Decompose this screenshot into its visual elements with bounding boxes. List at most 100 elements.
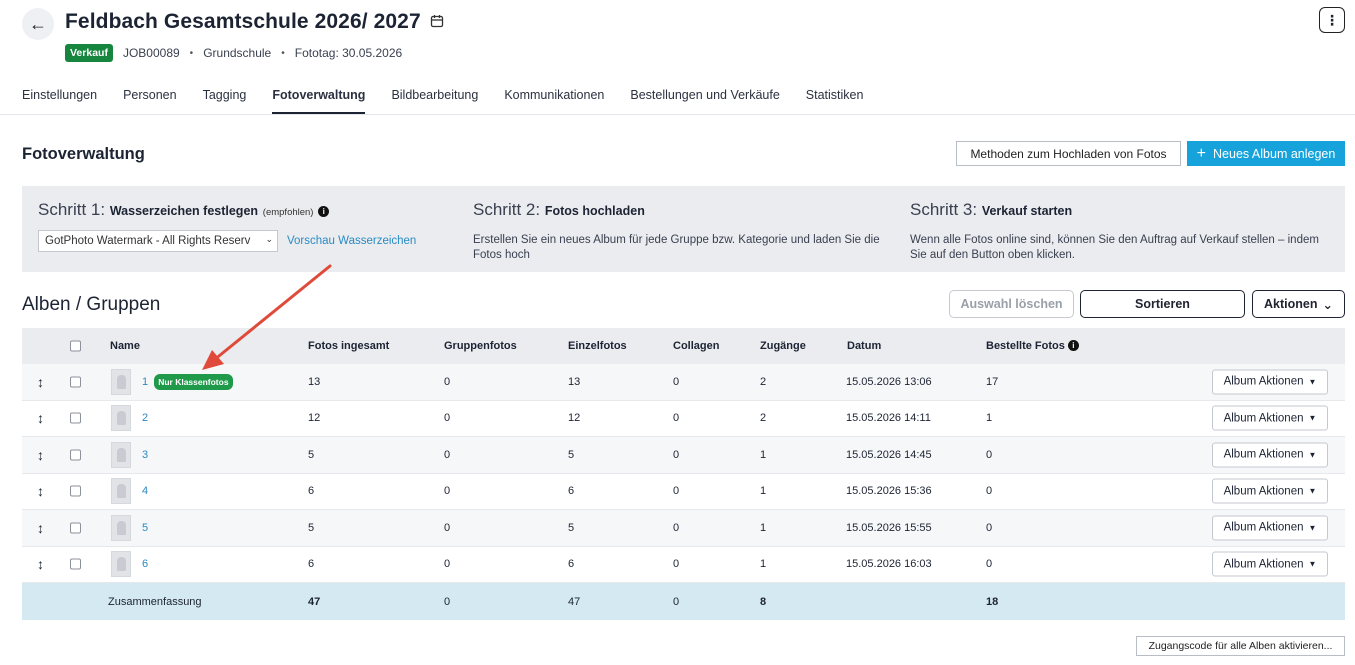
col-ordered-label: Bestellte Fotos xyxy=(986,340,1065,352)
album-actions-label: Album Aktionen xyxy=(1223,558,1304,571)
watermark-select-value: GotPhoto Watermark - All Rights Reserv xyxy=(45,235,251,247)
drag-handle-icon[interactable]: ↕ xyxy=(37,447,44,463)
cell-single: 5 xyxy=(568,448,575,461)
school-type: Grundschule xyxy=(203,46,272,60)
row-checkbox[interactable] xyxy=(70,376,81,388)
album-thumbnail[interactable] xyxy=(111,514,131,541)
album-name[interactable]: 2 xyxy=(142,412,148,424)
back-button[interactable]: ← xyxy=(22,8,54,40)
tab-kommunikationen[interactable]: Kommunikationen xyxy=(504,88,604,114)
album-name-link[interactable]: 5 xyxy=(142,522,148,534)
status-badge: Verkauf xyxy=(65,44,113,62)
table-row[interactable]: ↕ 2 12 0 12 0 2 15.05.2026 14:11 1 Album… xyxy=(22,401,1345,437)
info-icon[interactable]: i xyxy=(318,206,330,217)
album-thumbnail[interactable] xyxy=(111,405,131,432)
album-name[interactable]: 1 Nur Klassenfotos xyxy=(142,373,233,390)
album-actions-button[interactable]: Album Aktionen ▼ xyxy=(1212,442,1328,468)
album-name-link[interactable]: 3 xyxy=(142,449,148,461)
cell-collages: 0 xyxy=(673,375,680,388)
col-ordered[interactable]: Bestellte Fotos i xyxy=(986,340,1079,352)
summary-group: 0 xyxy=(444,595,451,608)
tab-personen[interactable]: Personen xyxy=(123,88,177,114)
row-checkbox[interactable] xyxy=(70,412,81,424)
new-album-button[interactable]: + Neues Album anlegen xyxy=(1187,141,1345,166)
upload-methods-button[interactable]: Methoden zum Hochladen von Fotos xyxy=(956,141,1181,166)
drag-handle-icon[interactable]: ↕ xyxy=(37,483,44,499)
drag-handle-icon[interactable]: ↕ xyxy=(37,556,44,572)
drag-handle-icon[interactable]: ↕ xyxy=(37,520,44,536)
cell-single: 13 xyxy=(568,375,581,388)
activate-access-codes-button[interactable]: Zugangscode für alle Alben aktivieren... xyxy=(1136,636,1345,656)
watermark-select[interactable]: GotPhoto Watermark - All Rights Reserv ⌄ xyxy=(38,230,278,252)
table-row[interactable]: ↕ 4 6 0 6 0 1 15.05.2026 15:36 0 Album A… xyxy=(22,474,1345,510)
tab-bildbearbeitung[interactable]: Bildbearbeitung xyxy=(391,88,478,114)
separator-dot: • xyxy=(281,47,285,59)
col-access[interactable]: Zugänge xyxy=(760,340,806,352)
summary-row: Zusammenfassung 47 0 47 0 8 18 xyxy=(22,583,1345,620)
tab-bestellungen[interactable]: Bestellungen und Verkäufe xyxy=(630,88,779,114)
section-title: Fotoverwaltung xyxy=(22,145,145,163)
col-collages[interactable]: Collagen xyxy=(673,340,719,352)
table-row[interactable]: ↕ 6 6 0 6 0 1 15.05.2026 16:03 0 Album A… xyxy=(22,547,1345,583)
table-row[interactable]: ↕ 1 Nur Klassenfotos 13 0 13 0 2 15.05.2… xyxy=(22,364,1345,401)
kebab-menu-button[interactable]: ⋮ xyxy=(1319,7,1345,33)
step2-text: Erstellen Sie ein neues Album für jede G… xyxy=(473,234,880,261)
album-name[interactable]: 4 xyxy=(142,485,148,497)
album-name[interactable]: 6 xyxy=(142,558,148,570)
arrow-left-icon: ← xyxy=(29,13,47,34)
album-name-link[interactable]: 1 xyxy=(142,376,148,388)
album-name[interactable]: 5 xyxy=(142,522,148,534)
step2-title: Fotos hochladen xyxy=(544,204,645,218)
sort-button[interactable]: Sortieren xyxy=(1080,290,1245,318)
tab-statistiken[interactable]: Statistiken xyxy=(806,88,864,114)
album-thumbnail[interactable] xyxy=(111,441,131,468)
col-name[interactable]: Name xyxy=(110,340,140,352)
info-icon[interactable]: i xyxy=(1067,340,1079,351)
tab-einstellungen[interactable]: Einstellungen xyxy=(22,88,97,114)
page-title: Feldbach Gesamtschule 2026/ 2027 xyxy=(65,10,421,33)
col-group[interactable]: Gruppenfotos xyxy=(444,340,517,352)
calendar-icon[interactable] xyxy=(430,14,444,28)
table-row[interactable]: ↕ 3 5 0 5 0 1 15.05.2026 14:45 0 Album A… xyxy=(22,437,1345,474)
step3-heading: Schritt 3: Verkauf starten xyxy=(910,200,1072,220)
separator-dot: • xyxy=(189,47,194,59)
watermark-preview-link[interactable]: Vorschau Wasserzeichen xyxy=(287,234,416,249)
drag-handle-icon[interactable]: ↕ xyxy=(37,374,44,390)
album-thumbnail[interactable] xyxy=(111,368,131,395)
row-checkbox[interactable] xyxy=(70,449,81,461)
tab-fotoverwaltung[interactable]: Fotoverwaltung xyxy=(272,88,366,114)
cell-ordered: 1 xyxy=(986,412,993,425)
select-all-checkbox[interactable] xyxy=(70,340,81,352)
album-actions-button[interactable]: Album Aktionen ▼ xyxy=(1212,405,1328,431)
album-thumbnail[interactable] xyxy=(111,478,131,505)
album-name-link[interactable]: 6 xyxy=(142,558,148,570)
album-name-link[interactable]: 4 xyxy=(142,485,148,497)
cell-group: 0 xyxy=(444,448,451,461)
album-actions-button[interactable]: Album Aktionen ▼ xyxy=(1212,369,1328,395)
album-actions-button[interactable]: Album Aktionen ▼ xyxy=(1212,515,1328,541)
drag-handle-icon[interactable]: ↕ xyxy=(37,410,44,426)
tab-tagging[interactable]: Tagging xyxy=(203,88,247,114)
row-checkbox[interactable] xyxy=(70,558,81,570)
table-row[interactable]: ↕ 5 5 0 5 0 1 15.05.2026 15:55 0 Album A… xyxy=(22,510,1345,547)
cell-single: 6 xyxy=(568,558,575,571)
cell-group: 0 xyxy=(444,521,451,534)
actions-button[interactable]: Aktionen ⌄ xyxy=(1252,290,1345,318)
cell-collages: 0 xyxy=(673,558,680,571)
col-total[interactable]: Fotos ingesamt xyxy=(308,340,389,352)
col-date[interactable]: Datum xyxy=(847,340,881,352)
tabs-divider xyxy=(0,114,1355,115)
col-single[interactable]: Einzelfotos xyxy=(568,340,627,352)
album-actions-button[interactable]: Album Aktionen ▼ xyxy=(1212,551,1328,577)
cell-ordered: 0 xyxy=(986,521,993,534)
album-name-link[interactable]: 2 xyxy=(142,412,148,424)
album-actions-button[interactable]: Album Aktionen ▼ xyxy=(1212,478,1328,504)
row-checkbox[interactable] xyxy=(70,522,81,534)
steps-panel: Schritt 1: Wasserzeichen festlegen (empf… xyxy=(22,186,1345,272)
row-checkbox[interactable] xyxy=(70,485,81,497)
album-name[interactable]: 3 xyxy=(142,449,148,461)
album-tag-badge: Nur Klassenfotos xyxy=(154,373,233,390)
album-thumbnail[interactable] xyxy=(111,551,131,578)
clear-selection-button[interactable]: Auswahl löschen xyxy=(949,290,1074,318)
caret-down-icon: ▼ xyxy=(1308,450,1317,460)
